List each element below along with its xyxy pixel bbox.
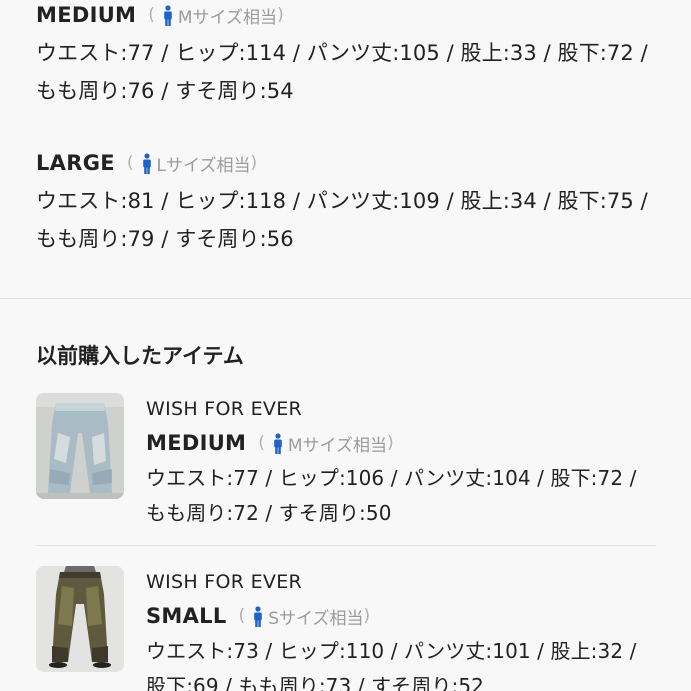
size-name: SMALL: [146, 604, 227, 628]
previous-items-title: 以前購入したアイテム: [36, 344, 244, 368]
person-icon: [274, 432, 282, 454]
person-icon: [164, 4, 172, 26]
fit-label-text: Mサイズ相当: [287, 435, 388, 456]
fit-label: ( Lサイズ相当 ): [127, 151, 257, 176]
jeans-light-image: [36, 393, 124, 499]
person-icon: [142, 152, 151, 174]
size-header: MEDIUM ( Mサイズ相当 ): [146, 425, 656, 461]
size-guide-page: MEDIUM ( Mサイズ相当 ) ウエスト:77 / ヒップ:114 / パン…: [0, 0, 691, 691]
size-block-medium: MEDIUM ( Mサイズ相当 ) ウエスト:77 / ヒップ:114 / パン…: [36, 0, 656, 110]
size-header: LARGE ( Lサイズ相当 ): [36, 148, 656, 178]
size-name: MEDIUM: [146, 431, 247, 455]
size-header: SMALL ( Sサイズ相当 ): [146, 598, 656, 634]
size-name: LARGE: [36, 151, 115, 175]
item-measurements: ウエスト:73 / ヒップ:110 / パンツ丈:101 / 股上:32 / 股…: [146, 639, 637, 691]
size-measurements: ウエスト:77 / ヒップ:114 / パンツ丈:105 / 股上:33 / 股…: [36, 41, 648, 103]
size-header: MEDIUM ( Mサイズ相当 ): [36, 0, 656, 30]
product-thumbnail[interactable]: [36, 566, 124, 672]
fit-label: ( Mサイズ相当 ): [258, 431, 394, 456]
product-thumbnail[interactable]: [36, 393, 124, 499]
fit-label: ( Mサイズ相当 ): [148, 3, 284, 28]
jeans-dark-image: [36, 566, 124, 672]
size-name: MEDIUM: [36, 3, 137, 27]
brand-name: WISH FOR EVER: [146, 398, 303, 420]
item-divider: [36, 545, 656, 546]
size-measurements: ウエスト:81 / ヒップ:118 / パンツ丈:109 / 股上:34 / 股…: [36, 189, 648, 251]
item-details: WISH FOR EVER MEDIUM ( Mサイズ相当 ) ウエスト:77 …: [146, 393, 656, 531]
fit-label-text: Lサイズ相当: [156, 155, 251, 176]
section-divider: [0, 298, 691, 299]
item-measurements: ウエスト:77 / ヒップ:106 / パンツ丈:104 / 股下:72 / も…: [146, 466, 637, 525]
person-icon: [254, 605, 262, 627]
fit-label-text: Mサイズ相当: [177, 7, 278, 28]
size-block-large: LARGE ( Lサイズ相当 ) ウエスト:81 / ヒップ:118 / パンツ…: [36, 148, 656, 258]
fit-label-text: Sサイズ相当: [268, 608, 364, 629]
fit-label: ( Sサイズ相当 ): [239, 604, 370, 629]
item-details: WISH FOR EVER SMALL ( Sサイズ相当 ) ウエスト:73 /…: [146, 566, 656, 691]
brand-name: WISH FOR EVER: [146, 571, 303, 593]
